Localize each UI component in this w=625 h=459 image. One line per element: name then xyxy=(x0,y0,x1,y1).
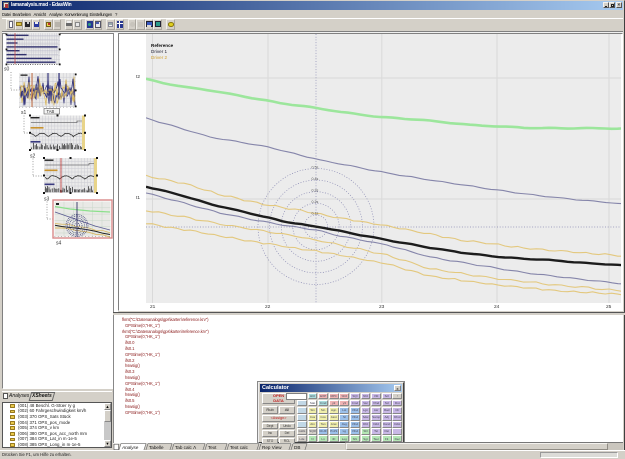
svg-text:0.1s: 0.1s xyxy=(312,212,319,216)
svg-text:0.3s: 0.3s xyxy=(312,188,319,192)
svg-text:0.4s: 0.4s xyxy=(312,177,319,181)
svg-text:TAB: TAB xyxy=(47,109,55,114)
svg-text:s4: s4 xyxy=(56,241,62,247)
svg-text:0.5s: 0.5s xyxy=(312,165,319,169)
svg-text:0.2s: 0.2s xyxy=(312,200,319,204)
svg-text:s0: s0 xyxy=(4,67,10,73)
svg-text:s1: s1 xyxy=(21,110,27,116)
